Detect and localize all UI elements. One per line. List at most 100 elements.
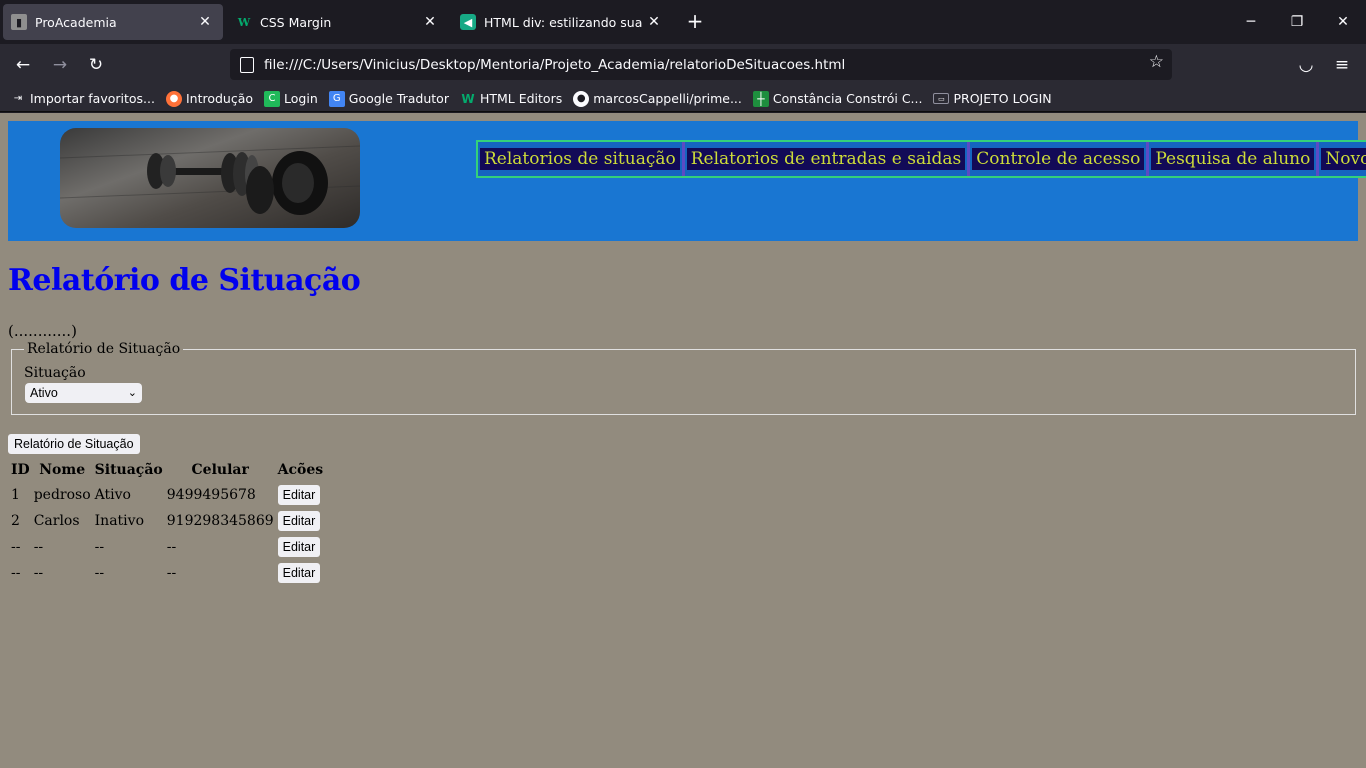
- menu-item-relatorios-situacao[interactable]: Relatorios de situação: [478, 142, 685, 176]
- cell-situacao: --: [94, 565, 105, 581]
- bookmark-google-tradutor[interactable]: G Google Tradutor: [328, 90, 449, 107]
- column-header-celular: Celular: [191, 462, 249, 478]
- editar-button[interactable]: Editar: [277, 563, 321, 583]
- close-tab-icon[interactable]: ✕: [195, 14, 215, 30]
- menu-item-novo-aluno[interactable]: Novo aluno: [1319, 142, 1366, 176]
- bookmarks-toolbar: ⇥ Importar favoritos... ● Introdução C L…: [0, 86, 1366, 112]
- menu-label[interactable]: Pesquisa de aluno: [1151, 148, 1315, 170]
- tab-html-div[interactable]: ◀ HTML div: estilizando sua págin ✕: [452, 4, 672, 40]
- tab-title: CSS Margin: [260, 14, 332, 30]
- github-icon: ●: [573, 90, 590, 107]
- bookmark-constancia[interactable]: ┼ Constância Constrói C...: [752, 90, 923, 107]
- close-window-icon[interactable]: ✕: [1332, 10, 1354, 34]
- bookmark-star-icon[interactable]: ☆: [1149, 52, 1164, 72]
- menu-label[interactable]: Relatorios de situação: [480, 148, 680, 170]
- column-header-acoes: Acões: [277, 462, 324, 478]
- cell-nome: pedroso: [33, 487, 91, 503]
- bookmark-label: Introdução: [185, 91, 254, 106]
- bookmark-login[interactable]: C Login: [264, 90, 318, 107]
- bookmark-introducao[interactable]: ● Introdução: [165, 90, 254, 107]
- menu-label[interactable]: Novo aluno: [1321, 148, 1366, 170]
- bookmark-label: Google Tradutor: [348, 91, 449, 106]
- cell-celular: 919298345869: [166, 513, 274, 529]
- cell-acoes: Editar: [277, 509, 325, 533]
- menu-item-relatorios-entradas-saidas[interactable]: Relatorios de entradas e saidas: [685, 142, 971, 176]
- pocket-icon[interactable]: ◡: [1293, 53, 1319, 77]
- cell-id: --: [11, 565, 21, 581]
- situacao-label: Situação: [24, 365, 86, 381]
- menu-label[interactable]: Relatorios de entradas e saidas: [686, 148, 966, 170]
- cell-acoes: Editar: [277, 561, 325, 585]
- editar-button[interactable]: Editar: [277, 537, 321, 557]
- bookmark-label: Constância Constrói C...: [772, 91, 923, 106]
- cell-celular: --: [166, 565, 177, 581]
- tab-title: HTML div: estilizando sua págin: [484, 14, 644, 30]
- translate-icon: G: [328, 90, 345, 107]
- table-row: -- -- -- -- Editar: [10, 561, 324, 585]
- cross-icon: ┼: [752, 90, 769, 107]
- new-tab-icon[interactable]: +: [684, 10, 706, 34]
- cell-celular: 9499495678: [166, 487, 256, 503]
- tab-css-margin[interactable]: W CSS Margin ✕: [228, 4, 448, 40]
- url-text: file:///C:/Users/Vinicius/Desktop/Mentor…: [264, 56, 846, 73]
- cell-acoes: Editar: [277, 535, 325, 559]
- tab-proacademia[interactable]: ▮ ProAcademia ✕: [3, 4, 223, 40]
- w3schools-favicon-icon: W: [237, 15, 251, 29]
- vscode-favicon-icon: ◀: [460, 14, 476, 30]
- cell-id: 1: [11, 487, 20, 503]
- cell-nome: Carlos: [33, 513, 80, 529]
- site-header: Relatorios de situação Relatorios de ent…: [8, 121, 1366, 241]
- close-tab-icon[interactable]: ✕: [420, 14, 440, 30]
- cell-situacao: --: [94, 539, 105, 555]
- tab-strip: ▮ ProAcademia ✕ W CSS Margin ✕ ◀ HTML di…: [0, 0, 1366, 44]
- back-arrow-icon[interactable]: ←: [10, 53, 36, 77]
- placeholder-text: (............): [8, 322, 77, 340]
- bookmark-github[interactable]: ● marcosCappelli/prime...: [573, 90, 742, 107]
- close-tab-icon[interactable]: ✕: [644, 14, 664, 30]
- bookmark-projeto-login[interactable]: ▭ PROJETO LOGIN: [933, 91, 1052, 106]
- bookmark-label: marcosCappelli/prime...: [593, 91, 742, 106]
- forward-arrow-icon[interactable]: →: [47, 53, 73, 77]
- cell-id: 2: [11, 513, 20, 529]
- keyboard-icon: ▭: [933, 93, 950, 104]
- minimize-icon[interactable]: ─: [1240, 10, 1262, 34]
- situacao-fieldset: Relatório de Situação Situação Ativo ⌄: [11, 341, 1356, 415]
- situacao-select[interactable]: Ativo ⌄: [25, 383, 142, 403]
- column-header-id: ID: [11, 462, 30, 478]
- address-bar[interactable]: file:///C:/Users/Vinicius/Desktop/Mentor…: [230, 49, 1172, 80]
- tab-title: ProAcademia: [35, 14, 117, 30]
- editar-button[interactable]: Editar: [277, 511, 321, 531]
- w3schools-icon: W: [461, 91, 475, 106]
- bookmark-label: Login: [284, 91, 318, 106]
- firefox-icon: ●: [165, 90, 182, 107]
- column-header-situacao: Situação: [94, 462, 163, 478]
- cell-id: --: [11, 539, 21, 555]
- select-value: Ativo: [30, 386, 58, 400]
- menu-label[interactable]: Controle de acesso: [972, 148, 1145, 170]
- login-icon: C: [264, 90, 281, 107]
- dumbbell-illustration: [60, 145, 360, 215]
- page-content: Relatorios de situação Relatorios de ent…: [0, 113, 1366, 768]
- menu-item-pesquisa-aluno[interactable]: Pesquisa de aluno: [1149, 142, 1320, 176]
- dumbbell-banner-image: [60, 128, 360, 228]
- proacademia-favicon-icon: ▮: [11, 14, 27, 30]
- menu-hamburger-icon[interactable]: ≡: [1329, 53, 1355, 77]
- bookmark-html-editors[interactable]: W HTML Editors: [460, 91, 562, 107]
- cell-situacao: Ativo: [94, 487, 131, 503]
- cell-nome: --: [33, 539, 44, 555]
- table-row: -- -- -- -- Editar: [10, 535, 324, 559]
- cell-nome: --: [33, 565, 44, 581]
- column-header-nome: Nome: [39, 462, 86, 478]
- menu-item-controle-acesso[interactable]: Controle de acesso: [970, 142, 1150, 176]
- bookmark-label: PROJETO LOGIN: [953, 91, 1052, 106]
- editar-button[interactable]: Editar: [277, 485, 321, 505]
- situacao-table: ID Nome Situação Celular Acões 1 pedroso…: [8, 457, 326, 587]
- cell-acoes: Editar: [277, 483, 325, 507]
- restore-icon[interactable]: ❐: [1286, 10, 1308, 34]
- bookmark-import[interactable]: ⇥ Importar favoritos...: [10, 91, 155, 107]
- reload-icon[interactable]: ↻: [83, 53, 109, 77]
- main-menu: Relatorios de situação Relatorios de ent…: [476, 140, 1366, 178]
- table-header-row: ID Nome Situação Celular Acões: [10, 459, 324, 481]
- relatorio-situacao-button[interactable]: Relatório de Situação: [8, 434, 140, 454]
- table-row: 2 Carlos Inativo 919298345869 Editar: [10, 509, 324, 533]
